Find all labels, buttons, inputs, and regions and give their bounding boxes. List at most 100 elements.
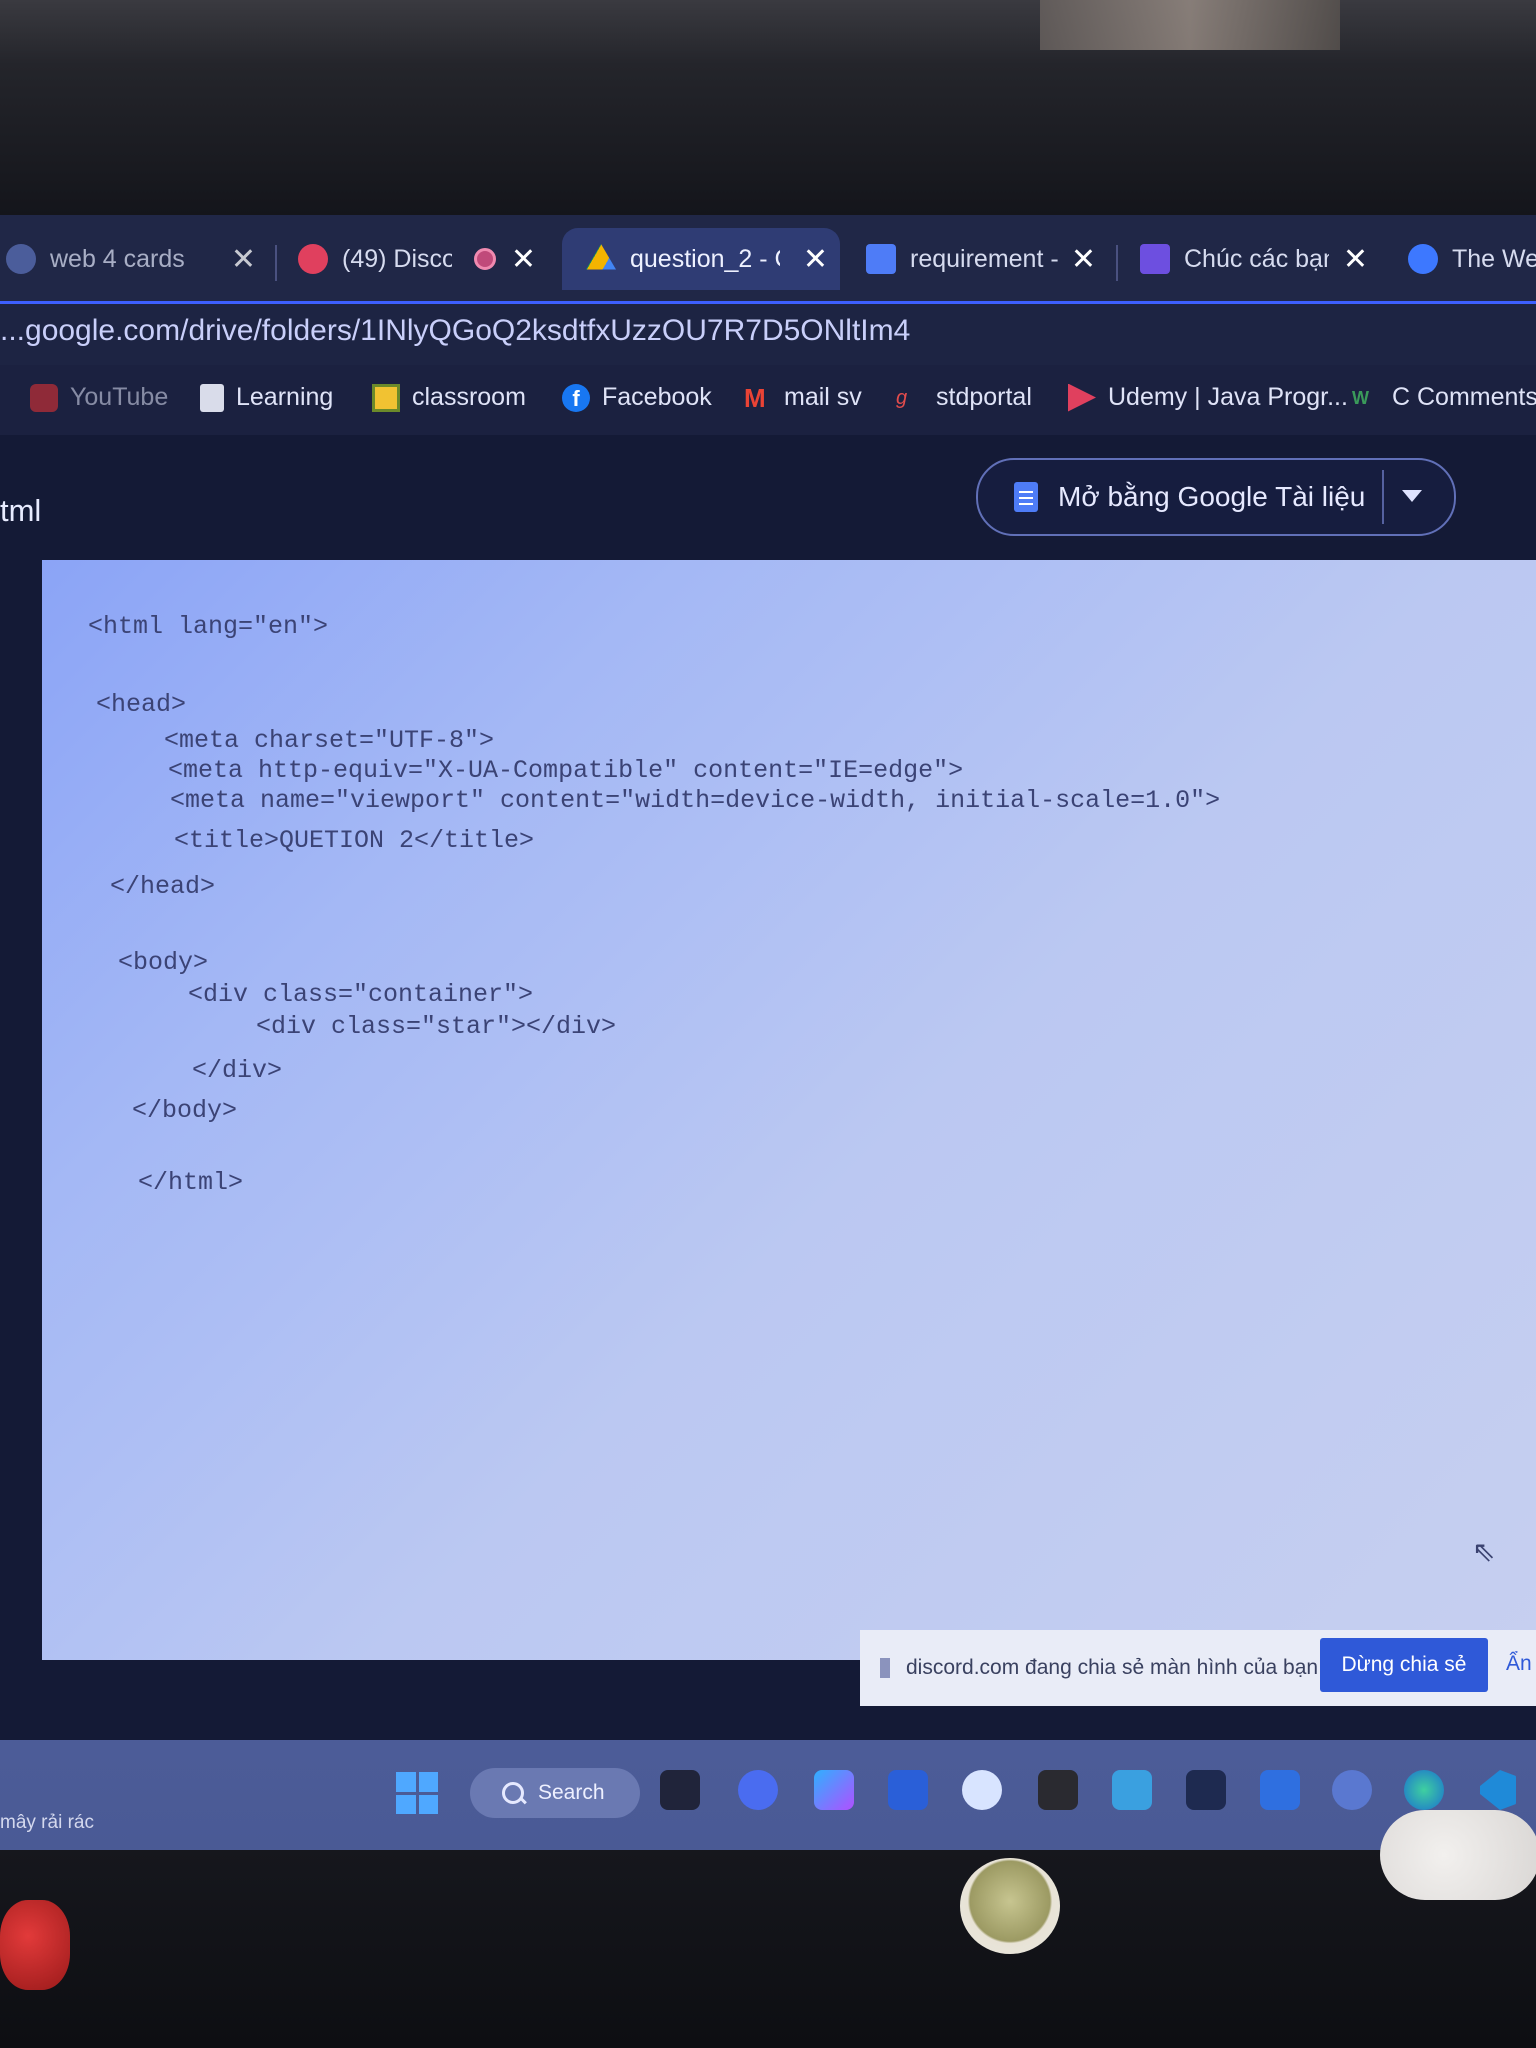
- weather-label: mây rải rác: [0, 1812, 94, 1833]
- google-forms-icon: [1140, 244, 1170, 274]
- tab-discord[interactable]: (49) Disco ✕: [298, 228, 548, 290]
- tab-the-web[interactable]: The Web: [1408, 228, 1536, 290]
- cherry-sticker: [0, 1900, 70, 1990]
- document-preview: <html lang="en"> <head> <meta charset="U…: [42, 560, 1536, 1660]
- tab-chuc-cac-ban[interactable]: Chúc các bạn ✕: [1140, 228, 1380, 290]
- code-line: <meta http-equiv="X-UA-Compatible" conte…: [168, 756, 964, 785]
- classroom-icon: [372, 383, 400, 412]
- code-line: <head>: [96, 690, 187, 719]
- bookmark-label: classroom: [412, 383, 526, 411]
- discord-icon: [298, 244, 328, 274]
- bookmark-label: Learning: [236, 383, 334, 411]
- close-icon[interactable]: ✕: [231, 242, 256, 277]
- windows-taskbar: Search: [0, 1740, 1536, 1850]
- mouse-cursor-icon: ⇖: [1472, 1536, 1496, 1567]
- bookmarks-bar: YouTube Learning classroom f Facebook M …: [0, 365, 1536, 435]
- facebook-icon: f: [562, 383, 590, 412]
- taskbar-search[interactable]: Search: [470, 1768, 640, 1818]
- drag-handle-icon[interactable]: [880, 1658, 890, 1678]
- hide-notice-link[interactable]: Ẩn: [1506, 1652, 1532, 1676]
- open-with-label: Mở bằng Google Tài liệu: [1058, 481, 1366, 512]
- bookmark-label: C Comments: [1392, 383, 1536, 411]
- code-line: <meta charset="UTF-8">: [164, 726, 495, 755]
- bookmark-youtube[interactable]: YouTube: [30, 383, 168, 412]
- tab-separator: [275, 245, 277, 281]
- globe-icon: [6, 244, 36, 274]
- code-line: <div class="container">: [188, 980, 534, 1009]
- bookmark-label: Facebook: [602, 383, 712, 411]
- code-line: <body>: [118, 948, 209, 977]
- bookmark-mail-sv[interactable]: M mail sv: [744, 383, 862, 412]
- google-drive-icon: [586, 244, 616, 270]
- bookmark-facebook[interactable]: f Facebook: [562, 383, 712, 412]
- udemy-icon: [1068, 383, 1096, 412]
- store-icon[interactable]: [888, 1770, 928, 1810]
- desktop-icon[interactable]: [1112, 1770, 1152, 1810]
- file-title: tml: [0, 493, 42, 528]
- url-text[interactable]: ...google.com/drive/folders/1INlyQGoQ2ks…: [0, 314, 910, 348]
- code-line: </head>: [110, 872, 216, 901]
- portal-icon: g: [896, 386, 908, 409]
- recording-icon: [474, 248, 496, 270]
- browser-tab-bar: web 4 cards ✕ (49) Disco ✕ question_2 - …: [0, 215, 1536, 301]
- bookmark-classroom[interactable]: classroom: [372, 383, 526, 412]
- stop-sharing-button[interactable]: Dừng chia sẻ: [1320, 1638, 1488, 1692]
- tab-title: Chúc các bạn: [1184, 244, 1329, 273]
- tab-web-4-cards[interactable]: web 4 cards ✕: [6, 228, 268, 290]
- address-bar[interactable]: ...google.com/drive/folders/1INlyQGoQ2ks…: [0, 301, 1536, 368]
- copilot-icon[interactable]: [814, 1770, 854, 1810]
- google-docs-icon: [866, 244, 896, 274]
- bookmark-stdportal[interactable]: g stdportal: [896, 383, 1032, 412]
- close-icon[interactable]: ✕: [1343, 242, 1368, 277]
- gb-app-icon[interactable]: [1332, 1770, 1372, 1810]
- edge-icon[interactable]: [1404, 1770, 1444, 1810]
- bookmark-label: YouTube: [70, 383, 169, 411]
- close-icon[interactable]: ✕: [1071, 242, 1096, 277]
- code-line: <title>QUETION 2</title>: [174, 826, 535, 855]
- tab-title: The Web: [1452, 244, 1536, 273]
- youtube-icon: [30, 383, 58, 412]
- tab-separator: [1116, 245, 1118, 281]
- tab-requirement[interactable]: requirement - ✕: [866, 228, 1108, 290]
- code-line: </div>: [192, 1056, 283, 1085]
- zalo-icon[interactable]: [962, 1770, 1002, 1810]
- chevron-down-icon[interactable]: [1402, 490, 1422, 502]
- bookmark-udemy[interactable]: Udemy | Java Progr...: [1068, 383, 1348, 412]
- bookmark-label: stdportal: [936, 383, 1032, 411]
- dinosaur-sticker: [960, 1858, 1060, 1954]
- vscode-icon[interactable]: [1480, 1770, 1516, 1810]
- w3-icon: W: [1352, 387, 1369, 408]
- tab-title: requirement -: [910, 244, 1059, 273]
- tab-title: (49) Disco: [342, 244, 452, 273]
- open-with-google-docs-button[interactable]: Mở bằng Google Tài liệu: [976, 458, 1456, 536]
- google-docs-icon: [1014, 482, 1038, 512]
- folder-icon: [200, 383, 224, 412]
- drive-preview-area: tml Mở bằng Google Tài liệu <html lang="…: [0, 435, 1536, 1760]
- tab-title: web 4 cards: [50, 244, 185, 273]
- code-line: </body>: [132, 1096, 238, 1125]
- code-line: </html>: [138, 1168, 244, 1197]
- close-icon[interactable]: ✕: [803, 242, 828, 277]
- share-notice-text: discord.com đang chia sẻ màn hình của bạ…: [906, 1656, 1324, 1679]
- code-line: <div class="star"></div>: [256, 1012, 617, 1041]
- app-icon[interactable]: [1038, 1770, 1078, 1810]
- windows-start-icon[interactable]: [396, 1772, 438, 1814]
- close-icon[interactable]: ✕: [511, 242, 536, 277]
- tab-question-2[interactable]: question_2 - C ✕: [562, 228, 840, 290]
- code-line: <html lang="en">: [88, 612, 329, 641]
- remote-desktop-icon[interactable]: [1186, 1770, 1226, 1810]
- chat-icon[interactable]: [738, 1770, 778, 1810]
- code-line: <meta name="viewport" content="width=dev…: [170, 786, 1221, 815]
- laptop-bezel: [0, 1850, 1536, 2048]
- search-icon: [502, 1782, 524, 1804]
- gmail-icon: M: [744, 382, 766, 413]
- background-light: [1040, 0, 1340, 50]
- bookmark-label: mail sv: [784, 383, 862, 411]
- web-icon: [1408, 244, 1438, 274]
- task-view-icon[interactable]: [660, 1770, 700, 1810]
- bookmark-label: Udemy | Java Progr...: [1108, 383, 1348, 411]
- mail-icon[interactable]: [1260, 1770, 1300, 1810]
- bookmark-learning[interactable]: Learning: [200, 383, 333, 412]
- tab-title: question_2 - C: [630, 244, 780, 273]
- bookmark-c-comments[interactable]: W C Comments: [1352, 383, 1536, 412]
